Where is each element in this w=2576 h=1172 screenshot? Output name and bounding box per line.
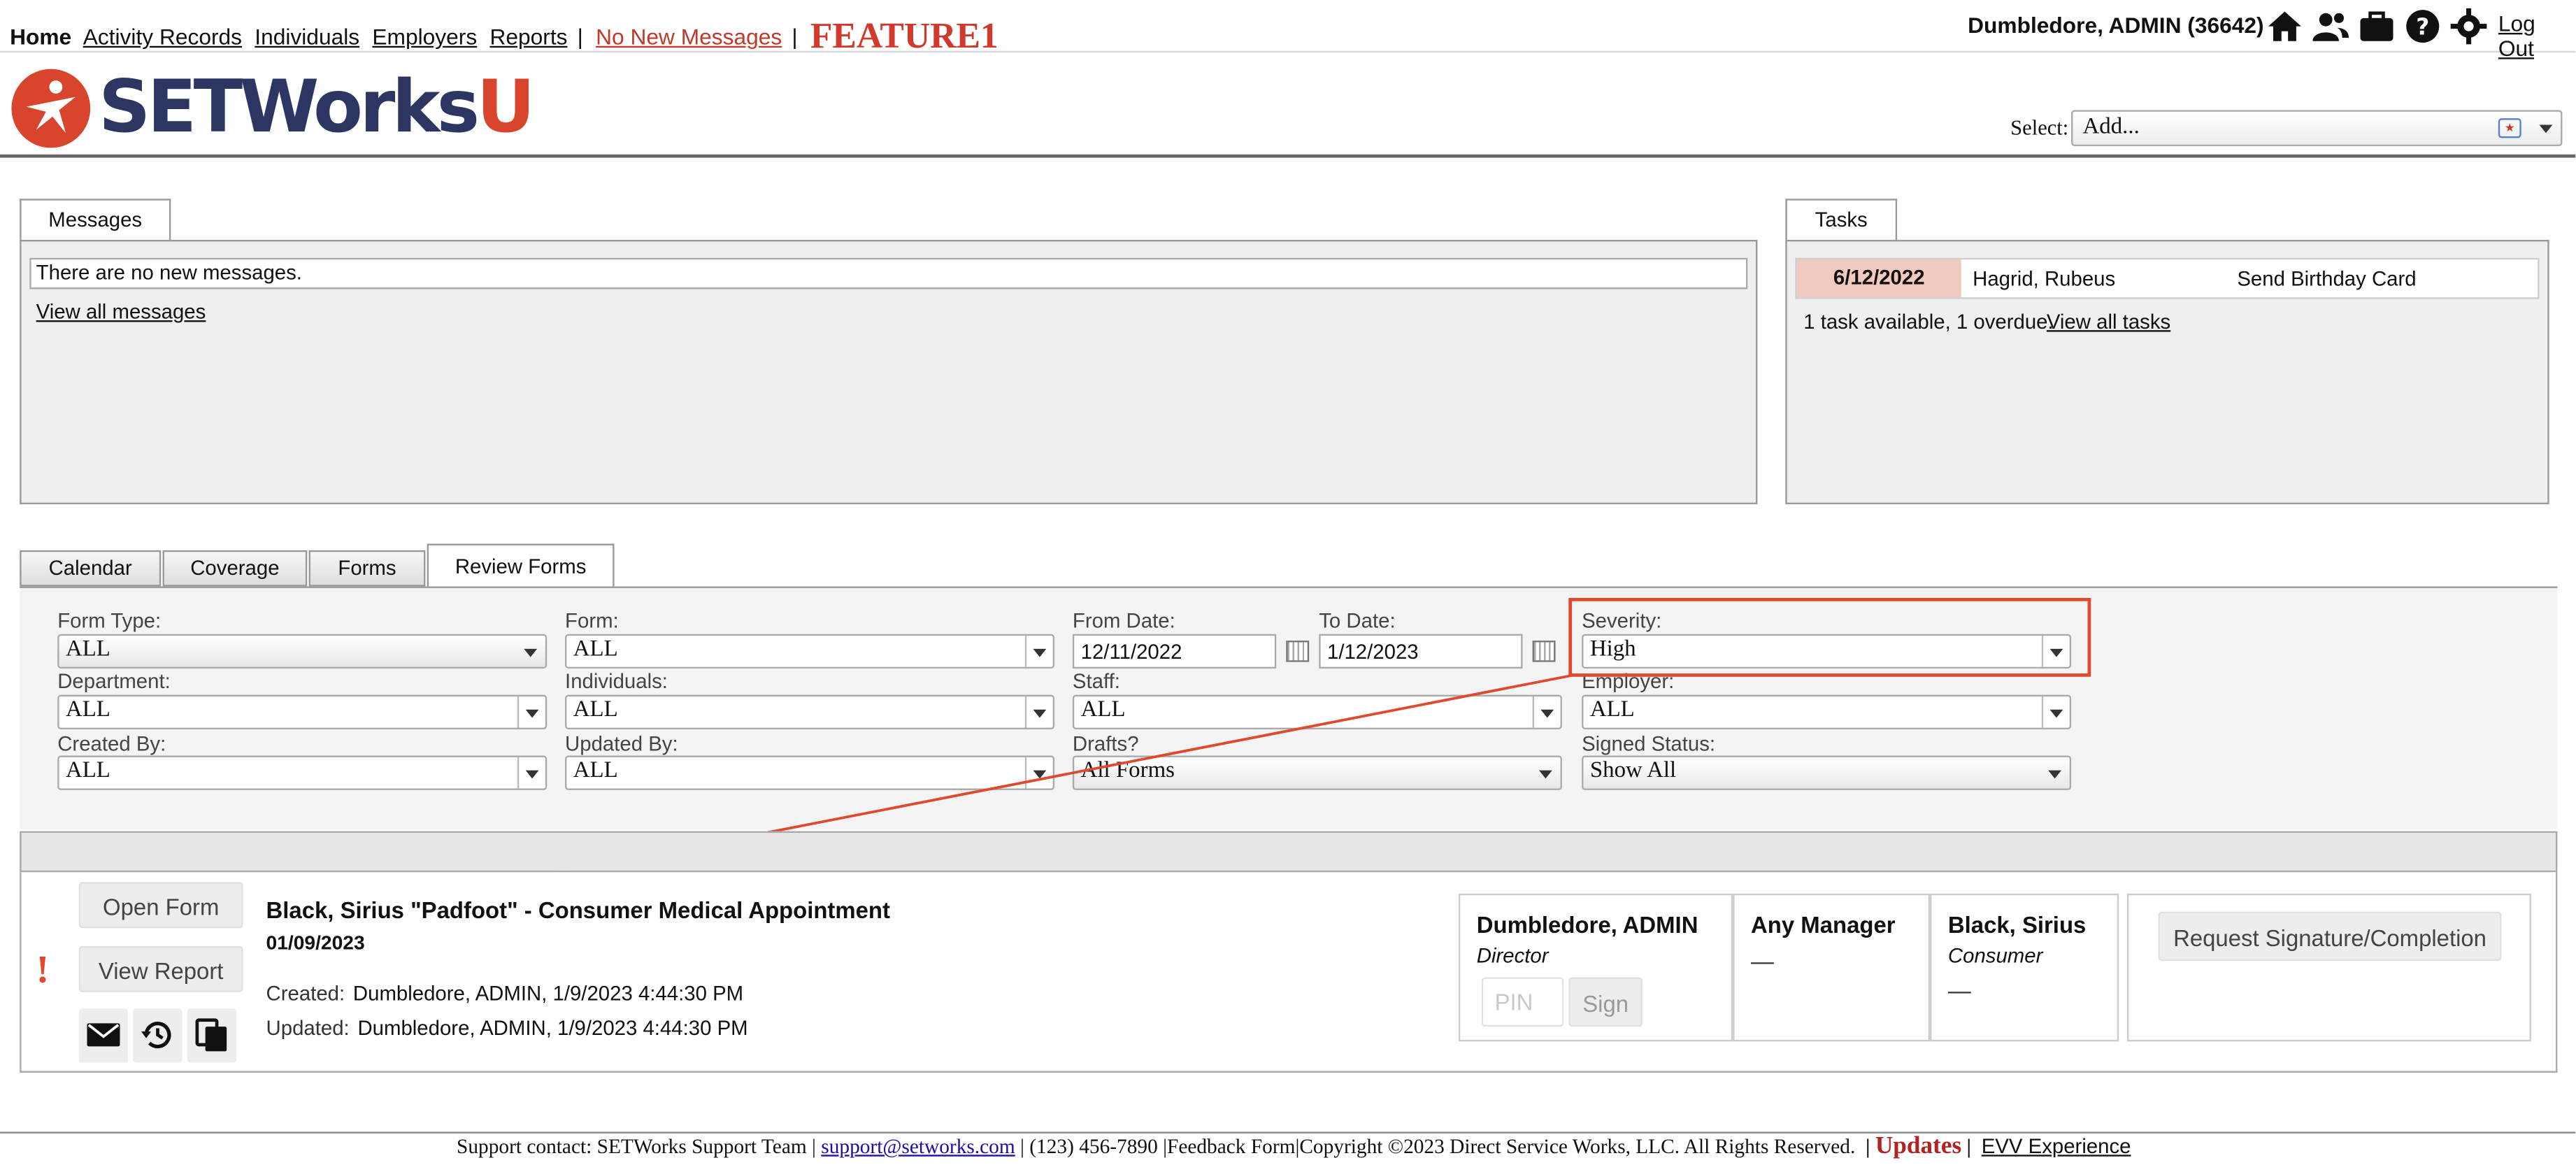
evv-experience-link[interactable]: EVV Experience — [1982, 1135, 2131, 1158]
updates-link[interactable]: Updates — [1875, 1134, 1961, 1160]
history-button[interactable] — [133, 1008, 183, 1063]
form-date: 01/09/2023 — [266, 931, 365, 955]
created-value: Dumbledore, ADMIN, 1/9/2023 4:44:30 PM — [352, 982, 744, 1006]
email-icon — [87, 1023, 120, 1047]
request-box: Request Signature/Completion — [2126, 893, 2531, 1042]
signer-role: Consumer — [1947, 944, 2043, 968]
footer: Support contact: SETWorks Support Team |… — [0, 1131, 2576, 1171]
support-email-link[interactable]: support@setworks.com — [821, 1135, 1015, 1158]
updated-value: Dumbledore, ADMIN, 1/9/2023 4:44:30 PM — [357, 1017, 748, 1040]
copy-button[interactable] — [187, 1008, 237, 1063]
history-icon — [141, 1022, 171, 1049]
signer-manager: Any Manager — — [1733, 893, 1931, 1042]
sign-button[interactable]: Sign — [1568, 977, 1643, 1027]
request-signature-button[interactable]: Request Signature/Completion — [2158, 911, 2502, 962]
results-header-bar — [20, 831, 2558, 873]
footer-separator: | — [1860, 1135, 1875, 1159]
email-button[interactable] — [78, 1008, 129, 1063]
signer-role: Director — [1476, 944, 1549, 968]
signer-name: Any Manager — [1751, 911, 1896, 938]
footer-text: Support contact: SETWorks Support Team |… — [457, 1134, 2131, 1162]
footer-separator: | — [1961, 1135, 1977, 1159]
created-label: Created: — [266, 982, 345, 1006]
copy-icon — [195, 1018, 227, 1052]
signer-dash: — — [1947, 977, 1971, 1004]
updated-label: Updated: — [266, 1017, 350, 1040]
footer-support: Support contact: SETWorks Support Team | — [457, 1135, 816, 1159]
open-form-button[interactable]: Open Form — [78, 882, 243, 929]
pin-input[interactable]: PIN — [1481, 977, 1564, 1027]
signer-dash: — — [1751, 948, 1774, 974]
footer-copyright: | (123) 456-7890 |Feedback Form|Copyrigh… — [1020, 1135, 1856, 1159]
view-report-button[interactable]: View Report — [78, 946, 243, 992]
updated-meta: Updated: Dumbledore, ADMIN, 1/9/2023 4:44… — [266, 1017, 748, 1040]
signer-name: Dumbledore, ADMIN — [1476, 911, 1698, 938]
form-title[interactable]: Black, Sirius "Padfoot" - Consumer Medic… — [266, 897, 890, 924]
created-meta: Created: Dumbledore, ADMIN, 1/9/2023 4:44… — [266, 982, 744, 1006]
signer-consumer: Black, Sirius Consumer — — [1930, 893, 2119, 1042]
severity-marker: ! — [36, 949, 50, 992]
signer-director: Dumbledore, ADMIN Director PIN Sign — [1458, 893, 1733, 1042]
signer-name: Black, Sirius — [1947, 911, 2087, 938]
